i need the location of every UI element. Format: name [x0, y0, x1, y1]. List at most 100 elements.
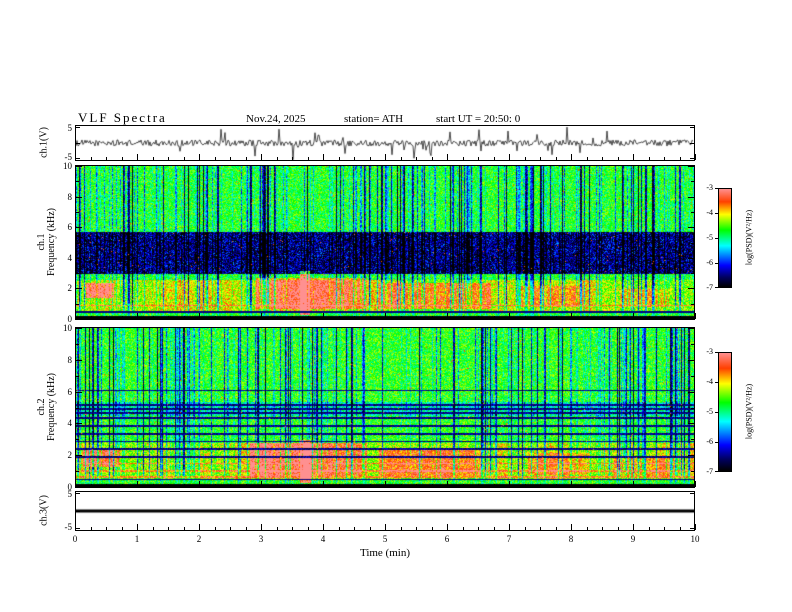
y-tick — [690, 127, 694, 128]
x-tick — [199, 154, 200, 160]
x-tick — [137, 524, 138, 530]
x-tick — [308, 527, 309, 530]
x-tick — [525, 484, 526, 487]
x-tick — [664, 527, 665, 530]
time-axis-label: Time (min) — [359, 547, 410, 559]
x-tick — [556, 484, 557, 487]
y-tick — [688, 227, 694, 228]
x-tick — [106, 157, 107, 160]
y-tick — [691, 344, 694, 345]
x-tick — [695, 524, 696, 530]
x-tick — [680, 484, 681, 487]
y-tick — [76, 181, 79, 182]
x-tick — [323, 524, 324, 530]
x-tick-label: 9 — [630, 534, 636, 544]
x-tick — [432, 527, 433, 530]
x-tick-label: 8 — [568, 534, 574, 544]
x-tick — [401, 157, 402, 160]
y-tick — [76, 288, 82, 289]
x-tick — [261, 481, 262, 487]
x-tick — [463, 484, 464, 487]
x-tick — [106, 316, 107, 319]
x-tick-label: 4 — [320, 534, 326, 544]
y-tick — [76, 197, 82, 198]
x-tick — [633, 313, 634, 319]
x-tick — [540, 527, 541, 530]
colorbar-tick-label: -5 — [706, 407, 713, 416]
x-tick — [122, 527, 123, 530]
x-tick — [75, 154, 76, 160]
x-tick — [509, 481, 510, 487]
x-tick — [354, 316, 355, 319]
x-tick — [463, 527, 464, 530]
x-tick — [649, 157, 650, 160]
x-tick — [323, 154, 324, 160]
ch2-spectrogram-canvas — [76, 328, 694, 487]
y-tick-label: 2 — [67, 450, 73, 460]
x-tick — [571, 481, 572, 487]
x-tick — [432, 157, 433, 160]
x-tick — [602, 527, 603, 530]
y-tick — [691, 304, 694, 305]
y-tick — [688, 392, 694, 393]
figure-title: VLF Spectra — [78, 110, 167, 125]
x-tick — [277, 157, 278, 160]
colorbar-tick — [715, 188, 718, 189]
y-tick — [76, 304, 79, 305]
x-tick — [277, 316, 278, 319]
y-tick — [691, 243, 694, 244]
x-tick — [261, 154, 262, 160]
x-tick — [447, 154, 448, 160]
x-tick — [184, 527, 185, 530]
colorbar-tick-label: -3 — [706, 183, 713, 192]
x-tick — [416, 157, 417, 160]
x-tick — [463, 157, 464, 160]
x-tick — [215, 157, 216, 160]
y-tick — [688, 423, 694, 424]
y-tick — [76, 143, 80, 144]
y-tick-label: 4 — [67, 253, 73, 263]
x-tick — [308, 157, 309, 160]
y-tick — [76, 493, 80, 494]
x-tick — [416, 316, 417, 319]
y-tick — [76, 258, 82, 259]
x-tick — [184, 484, 185, 487]
x-tick — [494, 316, 495, 319]
y-tick-label: 6 — [67, 222, 73, 232]
x-tick — [478, 484, 479, 487]
x-tick — [664, 157, 665, 160]
x-tick — [153, 157, 154, 160]
y-tick — [76, 243, 79, 244]
x-tick — [354, 484, 355, 487]
colorbar-tick-label: -3 — [706, 347, 713, 356]
vlf-spectra-figure: VLF Spectra Nov.24, 2025 station= ATH st… — [0, 0, 792, 612]
x-tick — [354, 157, 355, 160]
x-tick — [153, 484, 154, 487]
y-tick — [76, 392, 82, 393]
y-tick — [688, 455, 694, 456]
y-tick — [688, 318, 694, 319]
x-tick — [556, 157, 557, 160]
y-tick — [688, 360, 694, 361]
x-tick — [494, 484, 495, 487]
colorbar-tick — [715, 213, 718, 214]
x-tick — [556, 527, 557, 530]
y-tick — [76, 511, 80, 512]
x-tick — [184, 157, 185, 160]
x-tick — [385, 313, 386, 319]
x-tick — [339, 484, 340, 487]
x-tick — [339, 157, 340, 160]
x-tick — [540, 316, 541, 319]
x-tick — [463, 316, 464, 319]
y-tick — [76, 328, 82, 329]
colorbar-tick — [715, 263, 718, 264]
x-tick — [292, 484, 293, 487]
x-tick — [137, 154, 138, 160]
y-tick — [688, 197, 694, 198]
x-tick — [494, 527, 495, 530]
x-tick — [308, 316, 309, 319]
x-tick — [215, 316, 216, 319]
colorbar-ch2 — [718, 352, 732, 472]
x-tick — [401, 527, 402, 530]
x-tick — [323, 313, 324, 319]
